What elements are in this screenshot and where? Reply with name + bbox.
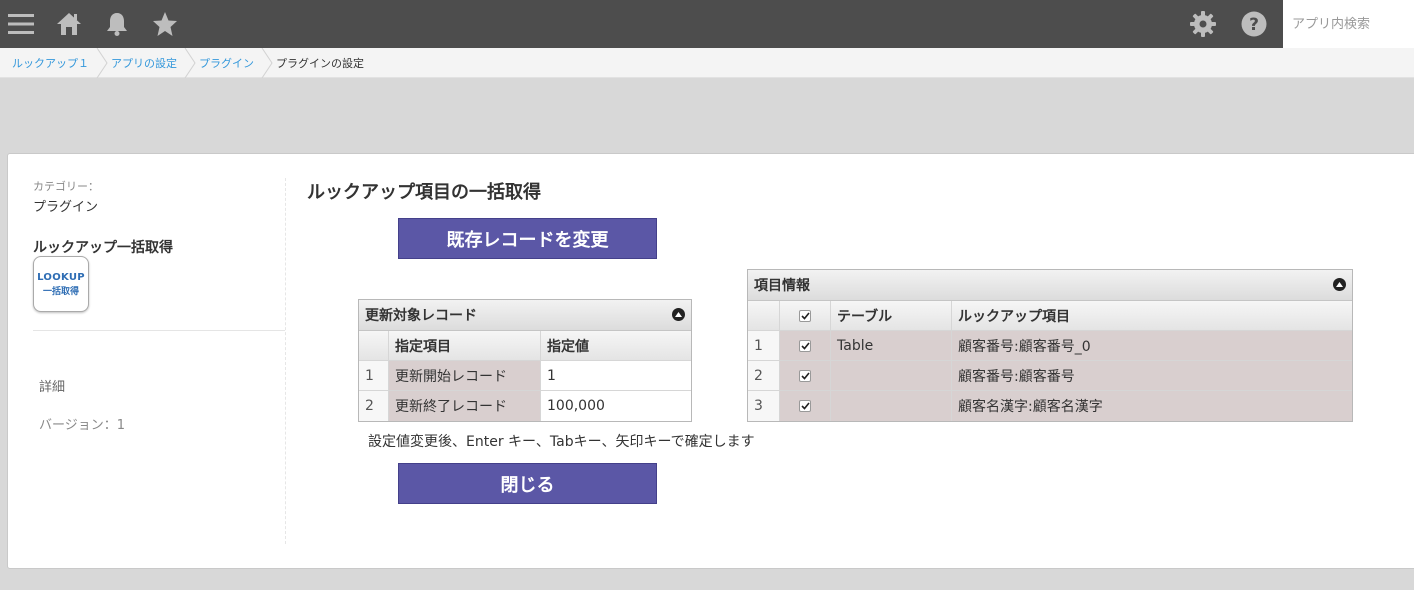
category-value: プラグイン	[33, 200, 99, 215]
column-header-lookup: ルックアップ項目	[952, 301, 1352, 330]
grid-column-header-row: テーブル ルックアップ項目	[748, 301, 1352, 331]
breadcrumb-label: プラグイン	[199, 56, 254, 70]
row-checkbox[interactable]	[799, 400, 811, 412]
column-header-rownum	[359, 331, 389, 360]
column-header-table: テーブル	[831, 301, 952, 330]
breadcrumb-separator-icon	[96, 47, 108, 78]
breadcrumb-app-settings[interactable]: アプリの設定	[111, 47, 199, 78]
grid-header: 更新対象レコード	[359, 300, 691, 331]
row-checkbox[interactable]	[799, 339, 811, 352]
top-bar: ?	[0, 0, 1414, 48]
breadcrumb-label: プラグインの設定	[276, 56, 364, 70]
collapse-icon[interactable]	[1333, 278, 1346, 291]
row-checkbox-cell[interactable]	[780, 361, 831, 390]
column-header-value: 指定値	[541, 331, 691, 360]
row-checkbox[interactable]	[799, 369, 811, 382]
plugin-logo: LOOKUP 一括取得	[33, 256, 89, 312]
row-checkbox-cell[interactable]	[780, 331, 831, 360]
grid-title: 更新対象レコード	[365, 308, 477, 324]
menu-icon[interactable]	[6, 0, 36, 48]
category-label: カテゴリー：	[33, 180, 99, 193]
table-row: 1 Table 顧客番号:顧客番号_0	[748, 331, 1352, 361]
breadcrumb-current: プラグインの設定	[276, 48, 386, 78]
start-record-value-cell[interactable]: 1	[541, 361, 691, 390]
grid-column-header-row: 指定項目 指定値	[359, 331, 691, 361]
breadcrumb: ルックアップ１ アプリの設定 プラグイン プラグインの設定	[0, 47, 1414, 78]
column-header-rownum	[748, 301, 780, 330]
table-row: 1 更新開始レコード 1	[359, 361, 691, 391]
grid-title: 項目情報	[754, 278, 810, 294]
row-number: 3	[748, 391, 780, 421]
plugin-name: ルックアップ一括取得	[33, 240, 173, 256]
plugin-sidebar: カテゴリー： プラグイン ルックアップ一括取得 LOOKUP 一括取得 詳細 バ…	[33, 178, 285, 433]
change-records-button[interactable]: 既存レコードを変更	[398, 218, 657, 259]
logo-text-line1: LOOKUP	[37, 271, 85, 283]
lookup-field-cell: 顧客番号:顧客番号_0	[952, 331, 1352, 360]
grid-header: 項目情報	[748, 270, 1352, 301]
version-label: バージョン：1	[39, 418, 126, 433]
field-label-cell: 更新終了レコード	[389, 391, 541, 421]
breadcrumb-plugins[interactable]: プラグイン	[199, 47, 276, 78]
table-name-cell	[831, 361, 952, 390]
page-title: ルックアップ項目の一括取得	[307, 182, 541, 203]
table-name-cell: Table	[831, 331, 952, 360]
gear-icon[interactable]	[1188, 0, 1218, 48]
table-row: 2 顧客番号:顧客番号	[748, 361, 1352, 391]
collapse-icon[interactable]	[672, 308, 685, 321]
row-number: 1	[359, 361, 389, 390]
row-number: 2	[748, 361, 780, 390]
update-target-grid: 更新対象レコード 指定項目 指定値 1 更新開始レコード 1 2 更新終了レコー…	[358, 299, 692, 422]
sidebar-divider	[33, 330, 285, 331]
breadcrumb-separator-icon	[261, 47, 273, 78]
plugin-settings-panel: カテゴリー： プラグイン ルックアップ一括取得 LOOKUP 一括取得 詳細 バ…	[7, 153, 1414, 569]
column-header-select-all[interactable]	[780, 301, 831, 330]
home-icon[interactable]	[54, 0, 84, 48]
field-label-cell: 更新開始レコード	[389, 361, 541, 390]
table-row: 3 顧客名漢字:顧客名漢字	[748, 391, 1352, 421]
lookup-field-cell: 顧客名漢字:顧客名漢字	[952, 391, 1352, 421]
bell-icon[interactable]	[102, 0, 132, 48]
svg-text:?: ?	[1249, 15, 1259, 35]
logo-text-line2: 一括取得	[42, 286, 79, 297]
close-button[interactable]: 閉じる	[398, 463, 657, 504]
row-checkbox-cell[interactable]	[780, 391, 831, 421]
select-all-checkbox[interactable]	[799, 309, 811, 322]
lookup-field-cell: 顧客番号:顧客番号	[952, 361, 1352, 390]
breadcrumb-separator-icon	[184, 47, 196, 78]
column-header-field: 指定項目	[389, 331, 541, 360]
breadcrumb-label: アプリの設定	[111, 56, 177, 70]
search-input[interactable]	[1283, 0, 1414, 48]
table-name-cell	[831, 391, 952, 421]
hint-text: 設定値変更後、Enter キー、Tabキー、矢印キーで確定します	[368, 434, 755, 450]
item-info-grid: 項目情報 テーブル ルックアップ項目 1 Table 顧客番号:顧客番号_0 2	[747, 269, 1353, 422]
row-number: 1	[748, 331, 780, 360]
row-number: 2	[359, 391, 389, 421]
help-icon[interactable]: ?	[1239, 0, 1269, 48]
star-icon[interactable]	[150, 0, 180, 48]
details-link[interactable]: 詳細	[39, 376, 65, 395]
breadcrumb-label: ルックアップ１	[12, 56, 89, 70]
sidebar-separator	[285, 178, 286, 544]
table-row: 2 更新終了レコード 100,000	[359, 391, 691, 421]
breadcrumb-app[interactable]: ルックアップ１	[0, 47, 111, 78]
end-record-value-cell[interactable]: 100,000	[541, 391, 691, 421]
